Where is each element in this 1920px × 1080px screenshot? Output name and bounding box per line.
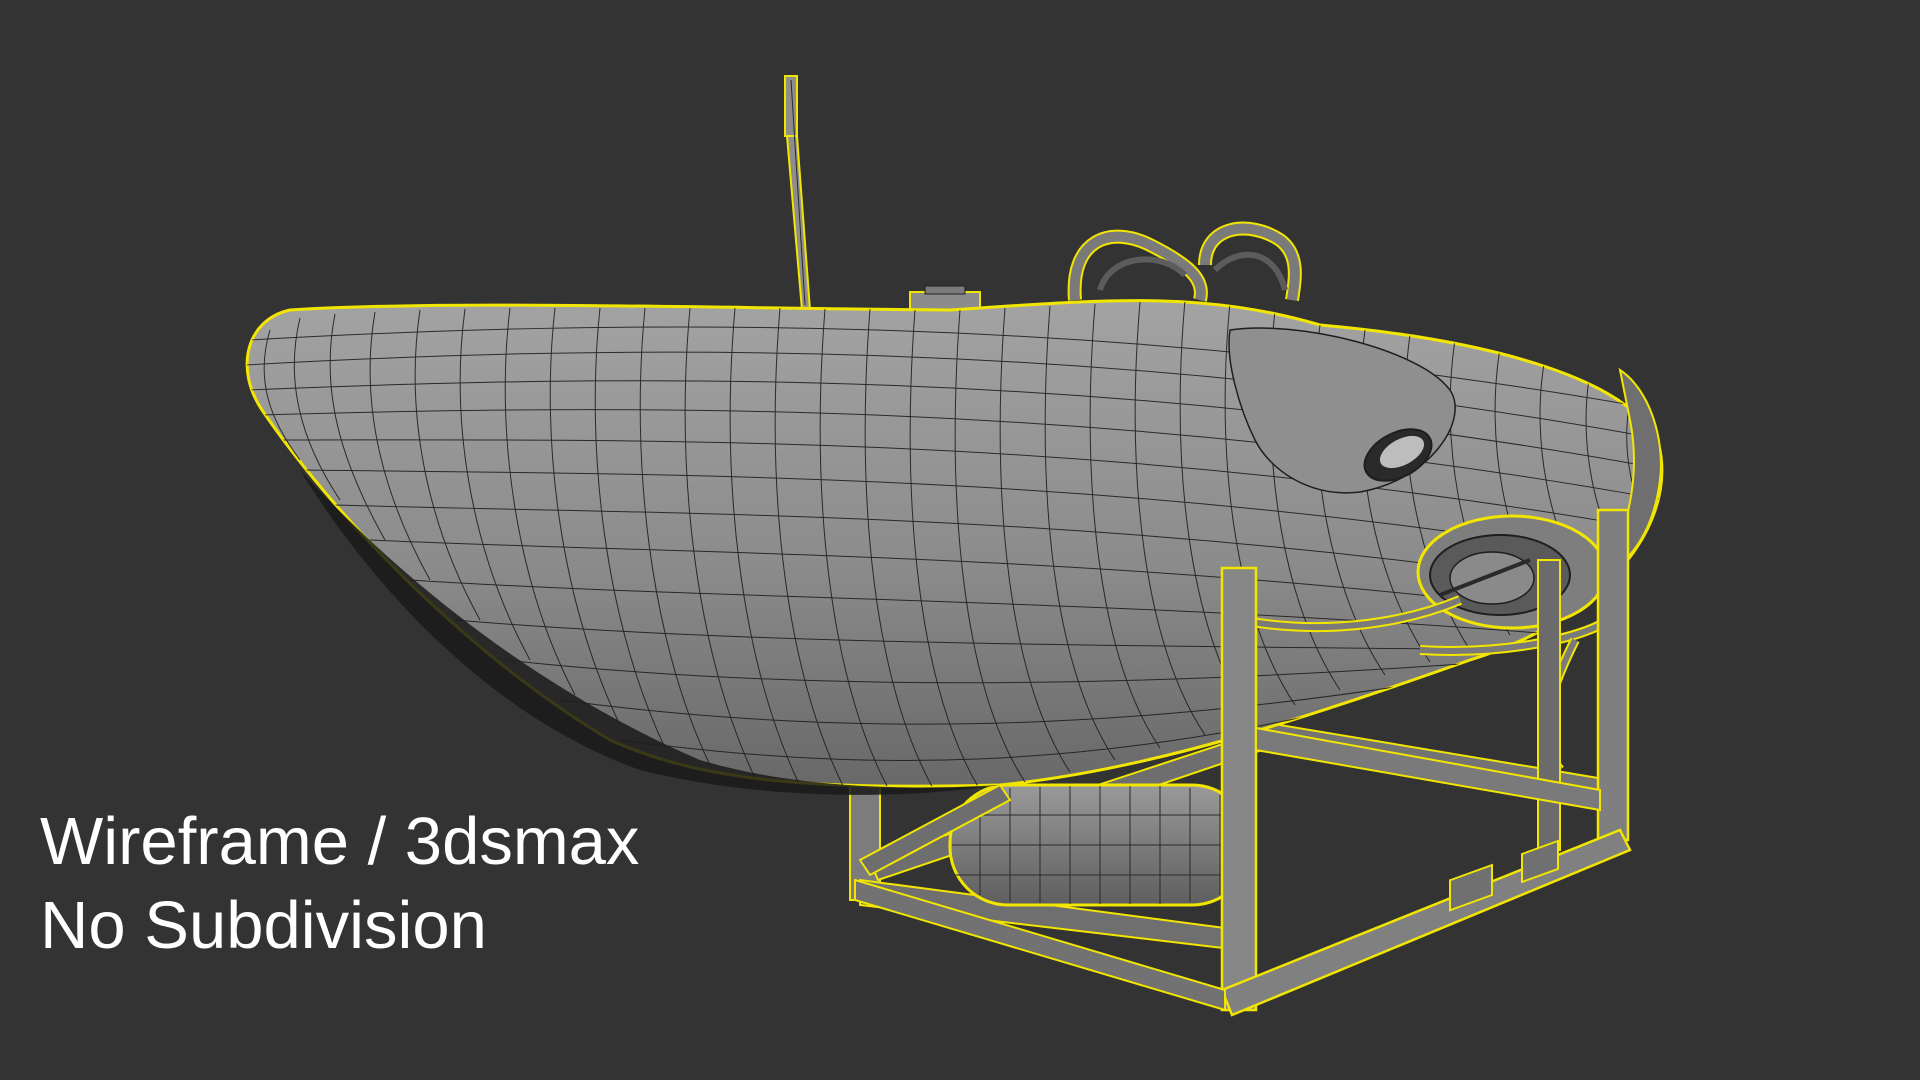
antenna — [784, 75, 812, 311]
caption-line-subdivision: No Subdivision — [40, 888, 487, 963]
side-thruster — [1416, 514, 1608, 630]
viewport-3d[interactable]: Wireframe / 3dsmax No Subdivision — [0, 0, 1920, 1080]
top-hoses — [1067, 221, 1302, 302]
caption: Wireframe / 3dsmax No Subdivision — [40, 800, 639, 968]
caption-line-render-mode: Wireframe / 3dsmax — [40, 804, 640, 879]
